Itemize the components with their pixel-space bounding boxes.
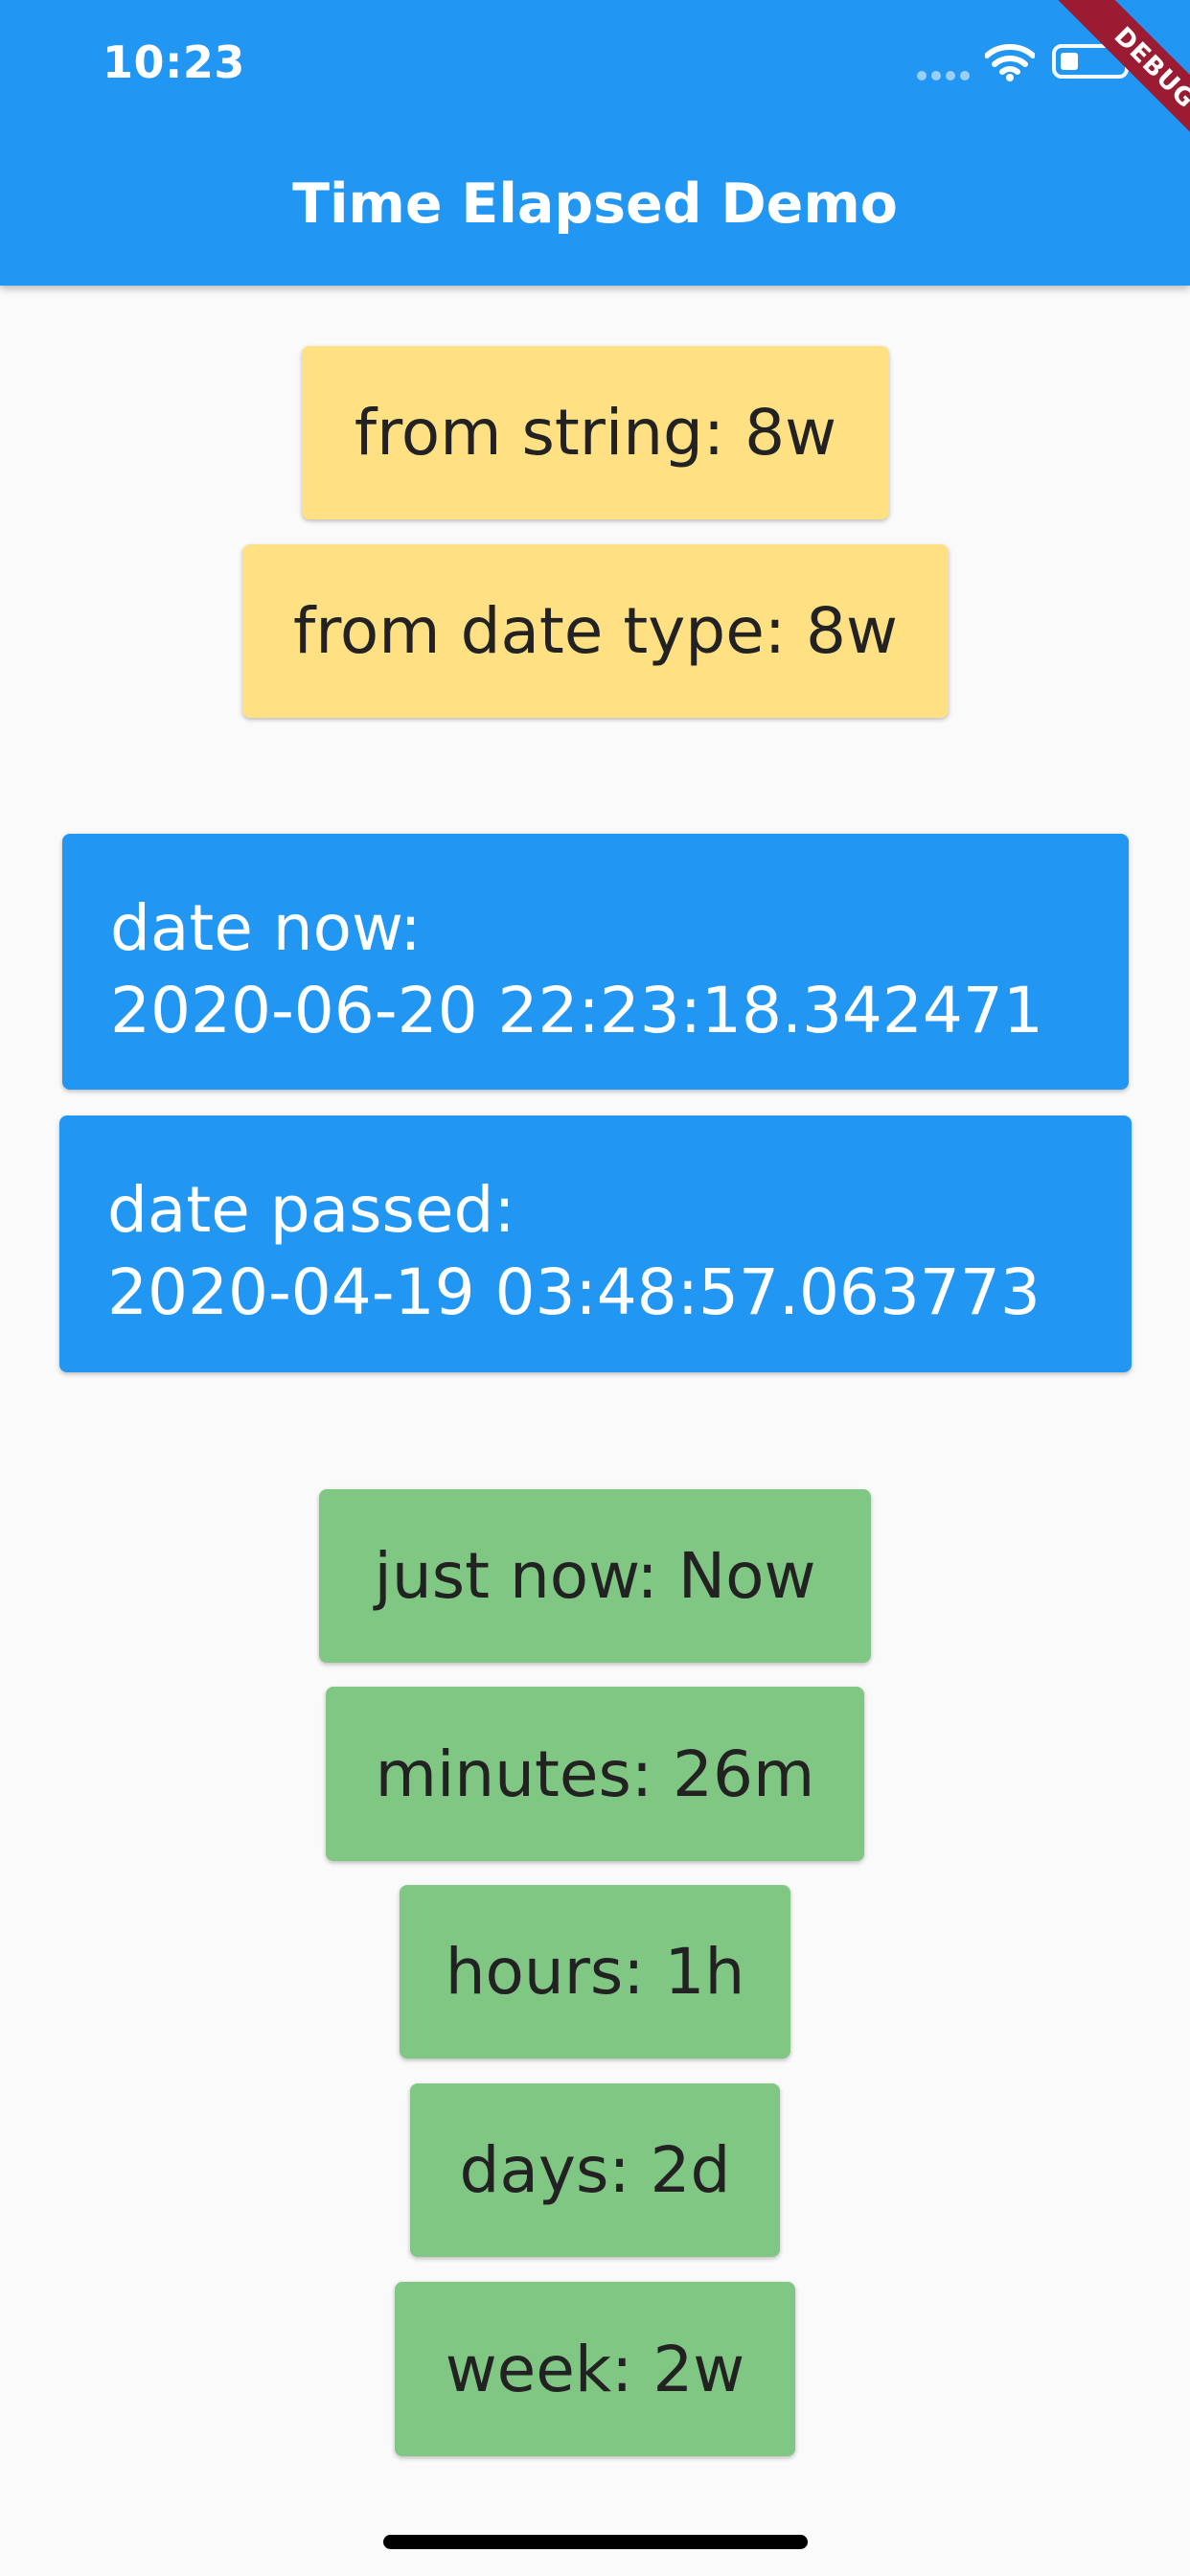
week-card: week: 2w: [395, 2282, 795, 2456]
date-now-value: 2020-06-20 22:23:18.342471: [110, 974, 1043, 1047]
days-card: days: 2d: [410, 2083, 780, 2257]
cellular-signal-icon: [917, 71, 971, 80]
days-label: days: 2d: [459, 2133, 731, 2207]
hours-label: hours: 1h: [445, 1935, 745, 2009]
date-passed-card: date passed: 2020-04-19 03:48:57.063773: [59, 1116, 1132, 1372]
from-string-label: from string: 8w: [354, 396, 837, 470]
date-now-card: date now: 2020-06-20 22:23:18.342471: [62, 834, 1129, 1090]
date-now-heading: date now:: [110, 891, 422, 965]
from-string-card: from string: 8w: [302, 346, 889, 519]
debug-banner-label: DEBUG: [1055, 0, 1190, 168]
home-indicator[interactable]: [383, 2535, 808, 2549]
status-time: 10:23: [103, 36, 245, 88]
from-date-type-card: from date type: 8w: [242, 544, 949, 718]
from-date-type-label: from date type: 8w: [293, 594, 898, 668]
date-passed-heading: date passed:: [107, 1173, 515, 1247]
just-now-label: just now: Now: [374, 1539, 816, 1613]
date-passed-value: 2020-04-19 03:48:57.063773: [107, 1255, 1041, 1329]
hours-card: hours: 1h: [400, 1885, 790, 2058]
minutes-card: minutes: 26m: [326, 1687, 864, 1861]
week-label: week: 2w: [445, 2332, 745, 2406]
minutes-label: minutes: 26m: [375, 1736, 815, 1811]
just-now-card: just now: Now: [319, 1489, 871, 1663]
debug-banner: DEBUG: [1008, 0, 1190, 182]
